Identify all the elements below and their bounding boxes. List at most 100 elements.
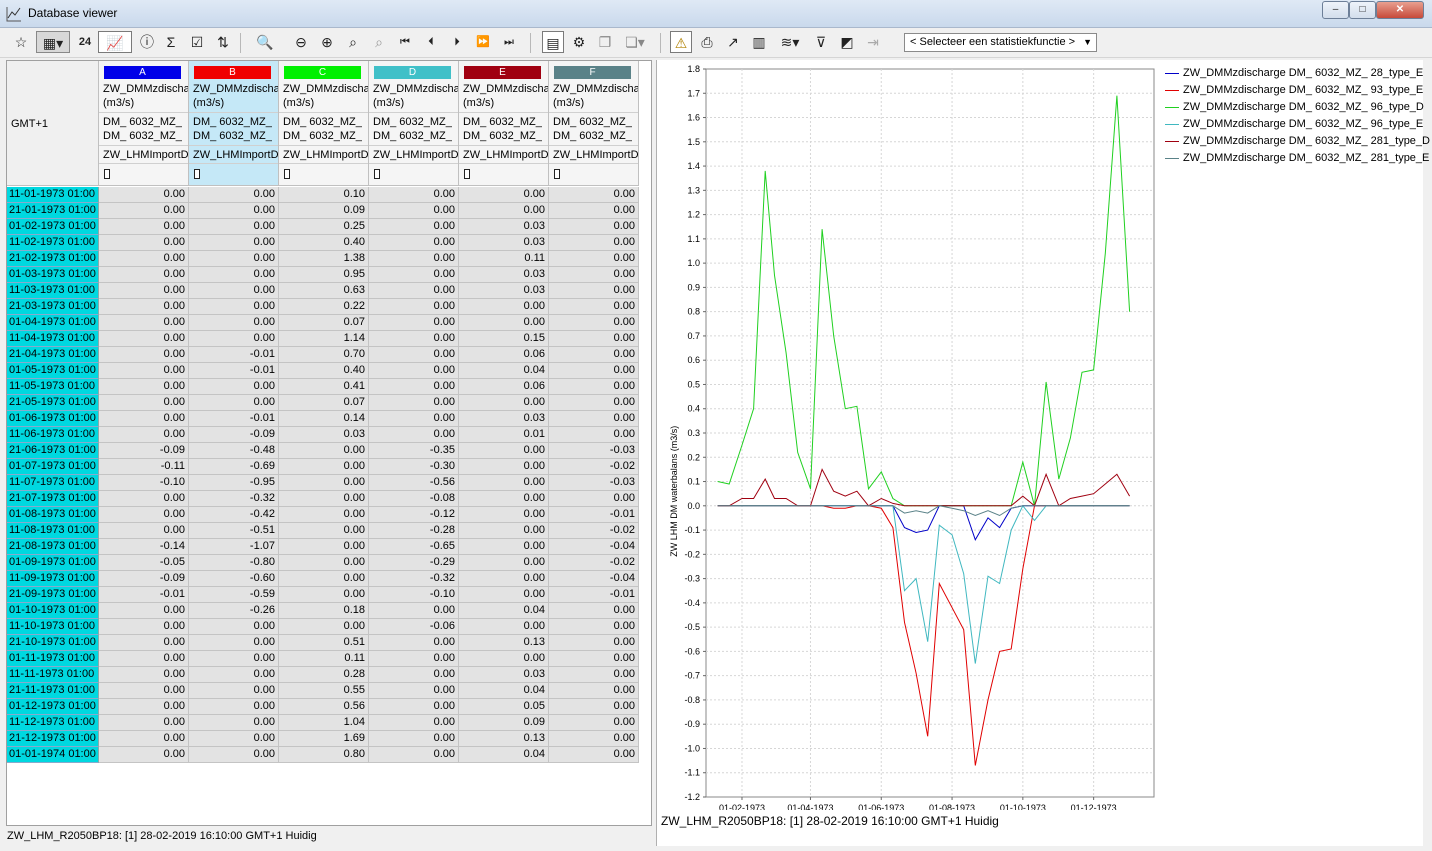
table-cell[interactable]: 0.00 xyxy=(189,299,279,315)
table-row[interactable]: 11-09-1973 01:00 -0.09 -0.60 0.00 -0.32 0.00-… xyxy=(7,571,639,587)
table-cell[interactable]: 0.00 xyxy=(459,315,549,331)
table-cell[interactable]: -0.10 xyxy=(369,587,459,603)
table-cell[interactable]: 0.00 xyxy=(549,715,639,731)
table-cell[interactable]: 0.00 xyxy=(189,235,279,251)
table-cell[interactable]: 0.00 xyxy=(189,331,279,347)
table-cell[interactable]: 0.00 xyxy=(99,507,189,523)
table-row[interactable]: 01-04-1973 01:00 0.00 0.00 0.07 0.00 0.00 0.00 xyxy=(7,315,639,331)
copy-icon[interactable]: ❐ xyxy=(594,31,616,53)
table-cell[interactable]: 0.07 xyxy=(279,395,369,411)
table-row[interactable]: 11-07-1973 01:00 -0.10 -0.95 0.00 -0.56 0.00-… xyxy=(7,475,639,491)
row-date[interactable]: 01-11-1973 01:00 xyxy=(7,651,99,667)
table-cell[interactable]: -0.42 xyxy=(189,507,279,523)
sum-icon[interactable]: Σ xyxy=(160,31,182,53)
table-cell[interactable]: 0.00 xyxy=(189,283,279,299)
column-header-e[interactable]: E ZW_DMMzdischa (m3/s) DM_ 6032_MZ_ DM_ 6032… xyxy=(459,61,549,186)
table-cell[interactable]: 1.14 xyxy=(279,331,369,347)
row-date[interactable]: 01-03-1973 01:00 xyxy=(7,267,99,283)
table-cell[interactable]: 0.03 xyxy=(279,427,369,443)
table-cell[interactable]: 0.00 xyxy=(189,699,279,715)
table-cell[interactable]: -0.29 xyxy=(369,555,459,571)
table-cell[interactable]: -0.60 xyxy=(189,571,279,587)
table-cell[interactable]: 0.00 xyxy=(99,731,189,747)
table-cell[interactable]: 0.51 xyxy=(279,635,369,651)
table-cell[interactable]: -0.32 xyxy=(369,571,459,587)
table-row[interactable]: 21-05-1973 01:00 0.00 0.00 0.07 0.00 0.00 0.00 xyxy=(7,395,639,411)
table-row[interactable]: 01-05-1973 01:00 0.00 -0.01 0.40 0.00 0.04 0.0… xyxy=(7,363,639,379)
table-cell[interactable]: 0.00 xyxy=(369,299,459,315)
table-row[interactable]: 21-07-1973 01:00 0.00 -0.32 0.00 -0.08 0.00 0.… xyxy=(7,491,639,507)
zoom-out-icon[interactable]: ⊖ xyxy=(290,31,312,53)
table-cell[interactable]: 0.07 xyxy=(279,315,369,331)
table-row[interactable]: 11-05-1973 01:00 0.00 0.00 0.41 0.00 0.06 0.00 xyxy=(7,379,639,395)
table-cell[interactable]: 0.25 xyxy=(279,219,369,235)
table-cell[interactable]: 0.00 xyxy=(369,683,459,699)
table-cell[interactable]: 0.00 xyxy=(189,667,279,683)
table-cell[interactable]: 0.22 xyxy=(279,299,369,315)
table-cell[interactable]: 0.10 xyxy=(279,187,369,203)
table-cell[interactable]: 0.63 xyxy=(279,283,369,299)
row-date[interactable]: 11-12-1973 01:00 xyxy=(7,715,99,731)
row-date[interactable]: 01-07-1973 01:00 xyxy=(7,459,99,475)
settings-icon[interactable]: ⚙ xyxy=(568,31,590,53)
rows-count-button[interactable]: 24 xyxy=(74,31,96,53)
table-cell[interactable]: 0.00 xyxy=(279,523,369,539)
zoom-reset-icon[interactable]: ⌕ xyxy=(342,31,364,53)
table-row[interactable]: 21-10-1973 01:00 0.00 0.00 0.51 0.00 0.13 0.00 xyxy=(7,635,639,651)
table-cell[interactable]: 0.00 xyxy=(189,379,279,395)
table-cell[interactable]: 0.00 xyxy=(549,619,639,635)
statistics-function-select[interactable]: < Selecteer een statistiekfunctie > ▼ xyxy=(904,33,1097,52)
table-cell[interactable]: 0.00 xyxy=(459,443,549,459)
filter-icon[interactable]: ⊽ xyxy=(810,31,832,53)
table-row[interactable]: 21-11-1973 01:00 0.00 0.00 0.55 0.00 0.04 0.00 xyxy=(7,683,639,699)
row-date[interactable]: 11-04-1973 01:00 xyxy=(7,331,99,347)
table-cell[interactable]: 0.00 xyxy=(369,411,459,427)
table-cell[interactable]: 0.00 xyxy=(549,235,639,251)
table-cell[interactable]: 0.00 xyxy=(549,667,639,683)
table-cell[interactable]: -0.30 xyxy=(369,459,459,475)
table-cell[interactable]: 0.00 xyxy=(369,731,459,747)
column-header-f[interactable]: F ZW_DMMzdischa (m3/s) DM_ 6032_MZ_ DM_ 6032… xyxy=(549,61,639,186)
table-cell[interactable]: 0.00 xyxy=(99,651,189,667)
table-cell[interactable]: -0.02 xyxy=(549,555,639,571)
first-icon[interactable]: ⏮ xyxy=(394,31,416,53)
table-cell[interactable]: 0.03 xyxy=(459,667,549,683)
table-cell[interactable]: -0.03 xyxy=(549,443,639,459)
table-cell[interactable]: 0.00 xyxy=(189,315,279,331)
table-cell[interactable]: -0.01 xyxy=(189,347,279,363)
table-cell[interactable]: 0.00 xyxy=(549,427,639,443)
table-cell[interactable]: 0.00 xyxy=(369,379,459,395)
column-header-c[interactable]: C ZW_DMMzdischa (m3/s) DM_ 6032_MZ_ DM_ 6032… xyxy=(279,61,369,186)
table-cell[interactable]: 0.00 xyxy=(459,187,549,203)
table-cell[interactable]: 0.00 xyxy=(279,555,369,571)
table-cell[interactable]: -0.01 xyxy=(549,507,639,523)
table-cell[interactable]: 0.00 xyxy=(459,299,549,315)
table-cell[interactable]: 1.69 xyxy=(279,731,369,747)
table-row[interactable]: 11-12-1973 01:00 0.00 0.00 1.04 0.00 0.09 0.00 xyxy=(7,715,639,731)
row-date[interactable]: 01-12-1973 01:00 xyxy=(7,699,99,715)
table-cell[interactable]: -0.10 xyxy=(99,475,189,491)
table-cell[interactable]: 0.00 xyxy=(279,507,369,523)
table-cell[interactable]: 0.04 xyxy=(459,747,549,763)
table-cell[interactable]: 0.00 xyxy=(369,651,459,667)
table-cell[interactable]: -0.28 xyxy=(369,523,459,539)
table-cell[interactable]: 0.11 xyxy=(459,251,549,267)
column-checkbox[interactable] xyxy=(374,169,380,179)
table-cell[interactable]: -0.11 xyxy=(99,459,189,475)
row-date[interactable]: 01-09-1973 01:00 xyxy=(7,555,99,571)
table-cell[interactable]: 0.00 xyxy=(549,267,639,283)
row-date[interactable]: 11-02-1973 01:00 xyxy=(7,235,99,251)
table-cell[interactable]: 0.00 xyxy=(99,267,189,283)
table-cell[interactable]: 0.00 xyxy=(189,715,279,731)
table-cell[interactable]: 0.00 xyxy=(549,203,639,219)
column-checkbox[interactable] xyxy=(284,169,290,179)
table-cell[interactable]: 0.00 xyxy=(459,507,549,523)
table-cell[interactable]: 0.13 xyxy=(459,635,549,651)
table-cell[interactable]: 0.00 xyxy=(549,731,639,747)
table-cell[interactable]: -0.06 xyxy=(369,619,459,635)
row-date[interactable]: 11-10-1973 01:00 xyxy=(7,619,99,635)
bar-chart-icon[interactable]: ▥ xyxy=(748,31,770,53)
table-row[interactable]: 21-08-1973 01:00 -0.14 -1.07 0.00 -0.65 0.00-… xyxy=(7,539,639,555)
table-cell[interactable]: -0.05 xyxy=(99,555,189,571)
table-cell[interactable]: -0.14 xyxy=(99,539,189,555)
